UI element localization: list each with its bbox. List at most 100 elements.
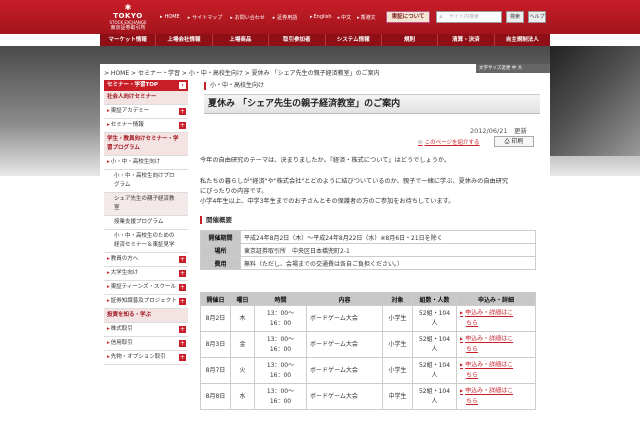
time-start: 13：00～	[266, 335, 295, 343]
sidebar-item[interactable]: 教員の方へ +	[104, 253, 188, 267]
sidebar-item[interactable]: 小・中・高校生のための経済セミナー＆東証見学	[104, 230, 188, 253]
table-header-row: 開催日 曜日 時間 内容 対象 組数・人数 申込み・詳細	[200, 292, 536, 306]
sidebar-item-label: 小・中・高校生のための経済セミナー＆東証見学	[114, 233, 175, 248]
sidebar-item[interactable]: シェア先生の親子経済教室	[104, 193, 188, 216]
nav-listed-companies[interactable]: 上場会社情報	[156, 34, 213, 46]
cell-target: 小学生	[382, 305, 413, 332]
tse-logo[interactable]: ✱ TOKYO STOCK EXCHANGE 東京証券取引所	[106, 4, 150, 32]
expand-plus-icon[interactable]: +	[179, 354, 186, 361]
sidebar-item[interactable]: 先物・オプション取引 +	[104, 351, 188, 365]
col-day: 曜日	[230, 292, 255, 306]
sidebar-top-arrow-icon: ›	[179, 82, 186, 89]
expand-plus-icon[interactable]: +	[179, 298, 186, 305]
apply-link[interactable]: 申込み・詳細はこ	[460, 360, 535, 371]
sidebar-item[interactable]: 小・中・高校生向けプログラム	[104, 170, 188, 193]
sidebar-item[interactable]: 小・中・高校生向け	[104, 156, 188, 170]
intro-paragraph-1: 今年の自由研究のテーマは、決まりましたか。『経済・株式について』はどうでしょうか…	[200, 157, 451, 164]
about-tse-button[interactable]: 東証について	[386, 11, 430, 23]
cell-date: 8月2日	[200, 305, 231, 332]
overview-heading: 開催概要	[200, 216, 536, 224]
apply-link[interactable]: 申込み・詳細はこ	[460, 334, 535, 345]
sidebar-item-label: 東証ティーンズ・スクール	[107, 284, 176, 290]
col-event: 内容	[306, 292, 383, 306]
apply-link[interactable]: 申込み・詳細はこ	[460, 386, 535, 397]
expand-plus-icon[interactable]: +	[179, 108, 186, 115]
sidebar-top-link[interactable]: セミナー・学習TOP ›	[104, 80, 188, 91]
expand-plus-icon[interactable]: +	[179, 256, 186, 263]
nav-rules[interactable]: 規則	[382, 34, 439, 46]
cell-apply[interactable]: 申込み・詳細はこちら	[456, 383, 536, 410]
table-row: 開催期間 平成24年8月2日（木）～平成24年8月22日（水）※8月6日・21日を…	[200, 230, 536, 244]
time-start: 13：00～	[266, 309, 295, 317]
expand-plus-icon[interactable]: +	[179, 326, 186, 333]
expand-plus-icon[interactable]: +	[179, 340, 186, 347]
time-end: 16：00	[269, 345, 292, 353]
util-sitemap-link[interactable]: サイトマップ	[188, 14, 222, 21]
apply-link[interactable]: 申込み・詳細はこ	[460, 308, 535, 319]
cell-groups: 52組・104 人	[412, 357, 457, 384]
util-glossary-link[interactable]: 証券用語	[273, 14, 297, 21]
cell-apply[interactable]: 申込み・詳細はこちら	[456, 305, 536, 332]
time-end: 16：00	[269, 319, 292, 327]
cell-apply[interactable]: 申込み・詳細はこちら	[456, 357, 536, 384]
util-home-link[interactable]: HOME	[160, 14, 180, 21]
page-title: 夏休み 「シェア先生の親子経済教室」のご案内	[204, 94, 540, 114]
lang-chinese-link[interactable]: 中文	[338, 14, 351, 21]
sidebar-item-label: 授業支援プログラム	[114, 219, 164, 225]
expand-plus-icon[interactable]: +	[179, 284, 186, 291]
apply-link-line-2[interactable]: ちら	[460, 397, 535, 407]
updated-date: 2012/06/21 更新	[470, 127, 527, 135]
search-input[interactable]: サイト内検索	[436, 11, 502, 23]
nav-participants[interactable]: 取引参加者	[269, 34, 326, 46]
search-button[interactable]: 検索	[506, 11, 524, 23]
sidebar-item-label: 社会人向けセミナー	[107, 94, 157, 100]
lang-hk-link[interactable]: 香港文	[357, 14, 376, 21]
col-target: 対象	[382, 292, 413, 306]
sidebar-item-label: 信用取引	[107, 340, 133, 346]
sidebar-item-label: 小・中・高校生向けプログラム	[114, 173, 175, 188]
apply-link-line-2[interactable]: ちら	[460, 319, 535, 329]
font-size-bar[interactable]: 文字サイズ変更 中 大	[476, 64, 550, 73]
sidebar-item[interactable]: 東証アカデミー +	[104, 105, 188, 119]
help-button[interactable]: ヘルプ	[528, 11, 546, 23]
nav-self-regulation[interactable]: 自主規制法人	[495, 34, 550, 46]
language-links: English 中文 香港文	[310, 14, 376, 21]
sidebar-item[interactable]: 東証ティーンズ・スクール+	[104, 281, 188, 295]
cell-time: 13：00～ 16：00	[254, 331, 307, 358]
sidebar: セミナー・学習TOP› 社会人向けセミナー東証アカデミー+セミナー情報+学生・教…	[104, 80, 188, 365]
category-label: 小・中・高校生向け	[204, 82, 264, 90]
groups-line-1: 52組・104	[418, 309, 451, 317]
nav-clearing[interactable]: 清算・決済	[438, 34, 495, 46]
apply-link-line-2[interactable]: ちら	[460, 345, 535, 355]
overview-label: 費用	[200, 256, 241, 270]
sidebar-item[interactable]: 授業支援プログラム	[104, 216, 188, 230]
sidebar-item[interactable]: 信用取引 +	[104, 337, 188, 351]
nav-listed-products[interactable]: 上場商品	[213, 34, 270, 46]
sidebar-item[interactable]: セミナー情報 +	[104, 119, 188, 133]
share-page-link[interactable]: このページを紹介する	[418, 138, 480, 146]
apply-link-line-2[interactable]: ちら	[460, 371, 535, 381]
table-row: 費用 無料（ただし、会場までの交通費は各自ご負担ください。）	[200, 256, 536, 270]
schedule-table: 開催日 曜日 時間 内容 対象 組数・人数 申込み・詳細 8月2日木 13：00～…	[200, 292, 536, 410]
util-contact-link[interactable]: お問い合わせ	[230, 14, 265, 21]
nav-market[interactable]: マーケット情報	[100, 34, 157, 46]
nav-systems[interactable]: システム情報	[326, 34, 382, 46]
cell-groups: 52組・104 人	[412, 383, 457, 410]
sidebar-item[interactable]: 大学生向け +	[104, 267, 188, 281]
sidebar-item-label: 証券知識普及プロジェクト	[107, 298, 177, 304]
expand-plus-icon[interactable]: +	[179, 122, 186, 129]
overview-value: 平成24年8月2日（木）～平成24年8月22日（水）※8月6日・21日を除く	[240, 230, 536, 244]
expand-plus-icon[interactable]: +	[179, 270, 186, 277]
sidebar-item[interactable]: 株式取引 +	[104, 323, 188, 337]
sidebar-item[interactable]: 証券知識普及プロジェクト+	[104, 295, 188, 309]
lang-english-link[interactable]: English	[310, 14, 332, 21]
cell-apply[interactable]: 申込み・詳細はこちら	[456, 331, 536, 358]
sidebar-item-label: 東証アカデミー	[107, 108, 149, 114]
print-button[interactable]: 印刷	[494, 136, 534, 147]
cell-target: 小学生	[382, 331, 413, 358]
cell-time: 13：00～ 16：00	[254, 357, 307, 384]
time-start: 13：00～	[266, 361, 295, 369]
sidebar-item: 投資を知る・学ぶ	[104, 309, 188, 323]
intro-paragraph-3: にぴったりの内容です。	[200, 188, 268, 195]
sidebar-item-label: 先物・オプション取引	[107, 354, 166, 360]
